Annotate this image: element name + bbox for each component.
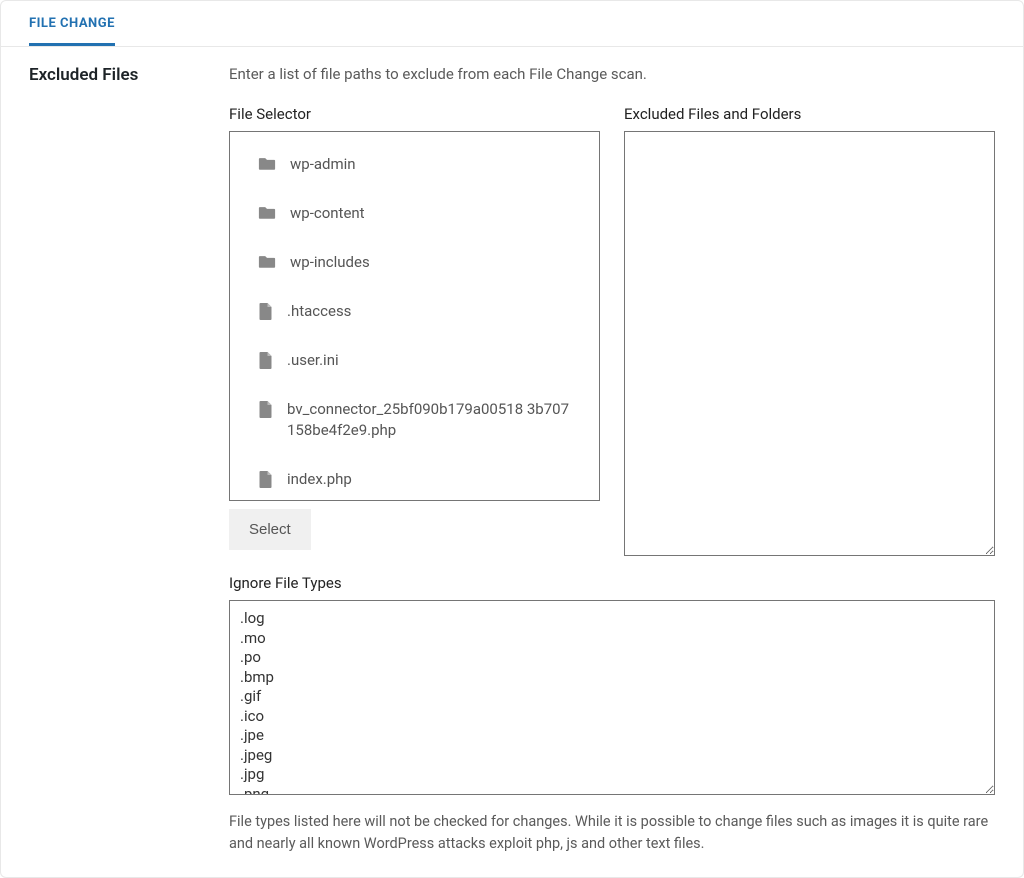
excluded-list[interactable]	[624, 131, 995, 556]
section-description: Enter a list of file paths to exclude fr…	[229, 65, 995, 83]
file-icon	[258, 401, 273, 419]
file-item-label: .htaccess	[287, 301, 351, 322]
tab-file-change[interactable]: FILE CHANGE	[29, 1, 115, 46]
file-icon	[258, 352, 273, 370]
file-item[interactable]: bv_connector_25bf090b179a00518 3b707158b…	[230, 385, 599, 455]
ignore-file-types-textarea[interactable]	[229, 600, 995, 795]
section-title: Excluded Files	[29, 65, 199, 855]
select-button[interactable]: Select	[229, 509, 311, 550]
file-item[interactable]: wp-includes	[230, 238, 599, 287]
file-item-label: .user.ini	[287, 350, 339, 371]
file-item-label: wp-includes	[290, 252, 370, 273]
file-item[interactable]: wp-content	[230, 189, 599, 238]
file-item[interactable]: wp-admin	[230, 140, 599, 189]
file-icon	[258, 303, 273, 321]
file-item-label: wp-content	[290, 203, 365, 224]
file-item[interactable]: .user.ini	[230, 336, 599, 385]
folder-icon	[258, 156, 276, 171]
file-item[interactable]: .htaccess	[230, 287, 599, 336]
file-selector-list[interactable]: wp-admin wp-content wp-includes .htaccess .u…	[229, 131, 600, 501]
ignore-help-text: File types listed here will not be check…	[229, 811, 995, 855]
file-icon	[258, 471, 273, 489]
excluded-header: Excluded Files and Folders	[624, 105, 995, 123]
ignore-header: Ignore File Types	[229, 574, 995, 592]
folder-icon	[258, 205, 276, 220]
file-selector-header: File Selector	[229, 105, 600, 123]
tab-bar: FILE CHANGE	[1, 1, 1023, 47]
file-item-label: wp-admin	[290, 154, 356, 175]
file-item-label: bv_connector_25bf090b179a00518 3b707158b…	[287, 399, 571, 441]
file-item-label: index.php	[287, 469, 352, 490]
file-item[interactable]: index.php	[230, 455, 599, 501]
main-column: Enter a list of file paths to exclude fr…	[229, 65, 995, 855]
content-area: Excluded Files Enter a list of file path…	[1, 47, 1023, 873]
folder-icon	[258, 254, 276, 269]
